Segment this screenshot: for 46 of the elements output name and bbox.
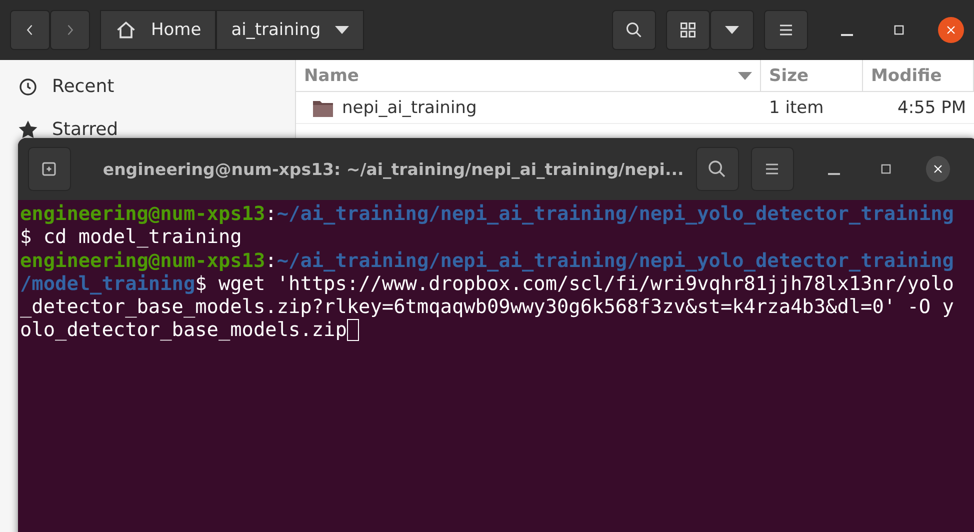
- path-crumb[interactable]: ai_training: [216, 10, 364, 50]
- caret-icon: [725, 25, 739, 35]
- menu-button[interactable]: [764, 10, 808, 50]
- sidebar-item[interactable]: Starred: [18, 119, 277, 140]
- terminal-text: ~/ai_training/nepi_ai_training/nepi_yolo_detector_training: [276, 202, 954, 226]
- caret-icon: [334, 25, 349, 35]
- terminal-text: engineering@num-xps13: [20, 202, 266, 226]
- column-header[interactable]: Modifie: [863, 60, 974, 91]
- search-button[interactable]: [612, 10, 656, 50]
- clock-icon: [18, 76, 38, 96]
- minimize-icon: [828, 173, 840, 175]
- modified-cell-text: 4:55 PM: [896, 98, 967, 118]
- window-title: engineering@num-xps13: ~/ai_training/nepi_ai_training/nepi...: [102, 160, 684, 178]
- close-button[interactable]: [938, 17, 964, 43]
- grid-icon: [679, 21, 697, 39]
- terminal-text: _detector_base_models.zip?rlkey=6tmqaqwb09wwy30g6k568f3zv&st=k4rza4b3&dl=0' -O y: [20, 295, 954, 318]
- path-crumb[interactable]: Home: [100, 10, 216, 50]
- file-name: nepi_ai_training: [342, 98, 477, 118]
- sidebar-label: Starred: [52, 119, 118, 140]
- terminal-text: :: [265, 248, 277, 272]
- terminal-text: $ wget 'https://www.dropbox.com/scl/fi/wri9vqhr81jjh78lx13nr/yolo: [195, 272, 954, 296]
- sort-caret-icon: [738, 70, 752, 80]
- terminal-text: /model_training: [20, 272, 196, 296]
- terminal-text: olo_detector_base_models.zip: [20, 318, 347, 342]
- close-button[interactable]: [926, 156, 950, 182]
- file-name-cell[interactable]: nepi_ai_training: [296, 98, 761, 118]
- maximize-icon: [878, 162, 893, 176]
- maximize-icon: [892, 23, 906, 37]
- view-options-button[interactable]: [710, 10, 754, 50]
- grid-view-button[interactable]: [666, 10, 710, 50]
- sidebar-label: Recent: [52, 76, 114, 97]
- search-icon: [625, 20, 643, 40]
- search-icon: [707, 159, 728, 179]
- terminal-text: ~/ai_training/nepi_ai_training/nepi_yolo_detector_training: [276, 248, 954, 272]
- search-button[interactable]: [696, 147, 739, 191]
- terminal-text: engineering@num-xps13: [20, 248, 266, 272]
- column-header[interactable]: Size: [761, 60, 863, 91]
- sidebar-item[interactable]: Recent: [18, 76, 277, 97]
- minimize-icon: [841, 34, 853, 36]
- home-icon: [115, 19, 137, 41]
- terminal-text: $ cd model_training: [20, 225, 242, 249]
- terminal-text: :: [265, 202, 277, 226]
- new-tab-button[interactable]: [28, 147, 71, 191]
- column-header[interactable]: Name: [296, 60, 761, 91]
- size-cell-text: 1 item: [768, 98, 825, 118]
- new-tab-icon: [40, 160, 58, 178]
